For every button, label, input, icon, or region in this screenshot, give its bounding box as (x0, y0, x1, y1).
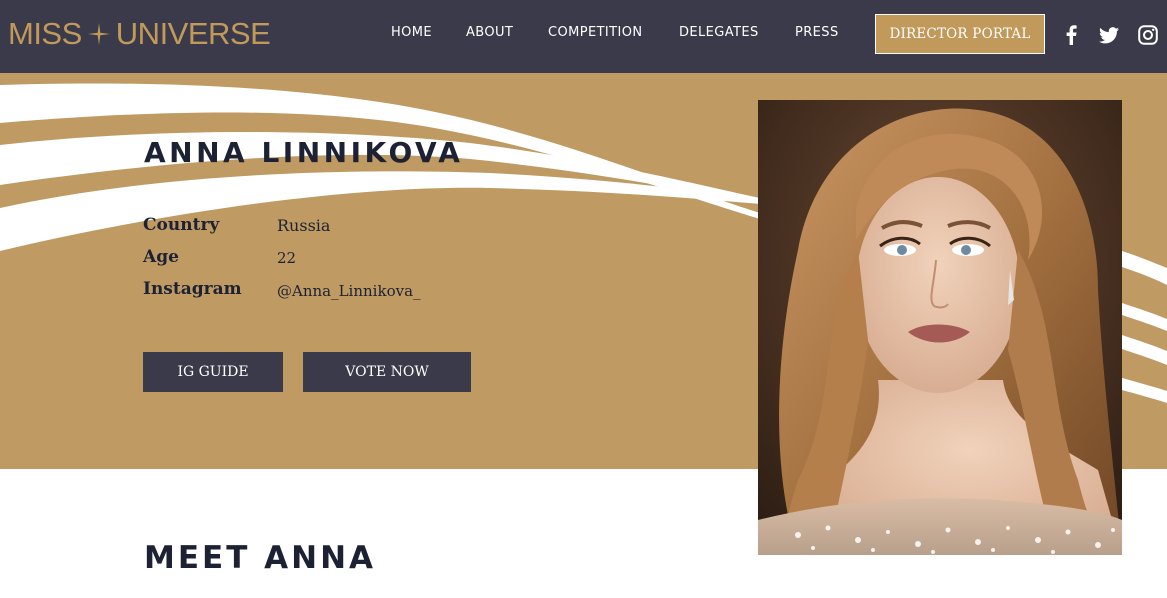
instagram-handle-link[interactable]: @Anna_Linnikova_ (277, 282, 421, 300)
logo-text-universe: UNIVERSE (115, 16, 271, 51)
delegate-portrait (758, 100, 1122, 555)
star-icon (87, 23, 110, 45)
instagram-label: Instagram (143, 279, 242, 299)
country-value: Russia (277, 216, 331, 235)
twitter-icon[interactable] (1098, 24, 1120, 46)
nav-about[interactable]: ABOUT (466, 25, 513, 40)
site-header: MISS UNIVERSE HOME ABOUT COMPETITION DEL… (0, 0, 1167, 73)
portrait-illustration (758, 100, 1122, 555)
miss-universe-logo[interactable]: MISS UNIVERSE (8, 14, 271, 54)
logo-text-miss: MISS (8, 16, 82, 51)
nav-press[interactable]: PRESS (795, 25, 839, 40)
meet-section-title: MEET ANNA (144, 540, 377, 576)
age-value: 22 (277, 249, 297, 267)
age-label: Age (143, 247, 179, 267)
facebook-icon[interactable] (1060, 24, 1082, 46)
ig-guide-button[interactable]: IG GUIDE (143, 352, 283, 392)
delegate-name: ANNA LINNIKOVA (144, 136, 464, 169)
vote-now-button[interactable]: VOTE NOW (303, 352, 471, 392)
director-portal-button[interactable]: DIRECTOR PORTAL (875, 14, 1045, 54)
nav-home[interactable]: HOME (391, 25, 432, 40)
country-label: Country (143, 215, 220, 235)
instagram-icon[interactable] (1137, 24, 1159, 46)
nav-delegates[interactable]: DELEGATES (679, 25, 759, 40)
nav-competition[interactable]: COMPETITION (548, 25, 643, 40)
